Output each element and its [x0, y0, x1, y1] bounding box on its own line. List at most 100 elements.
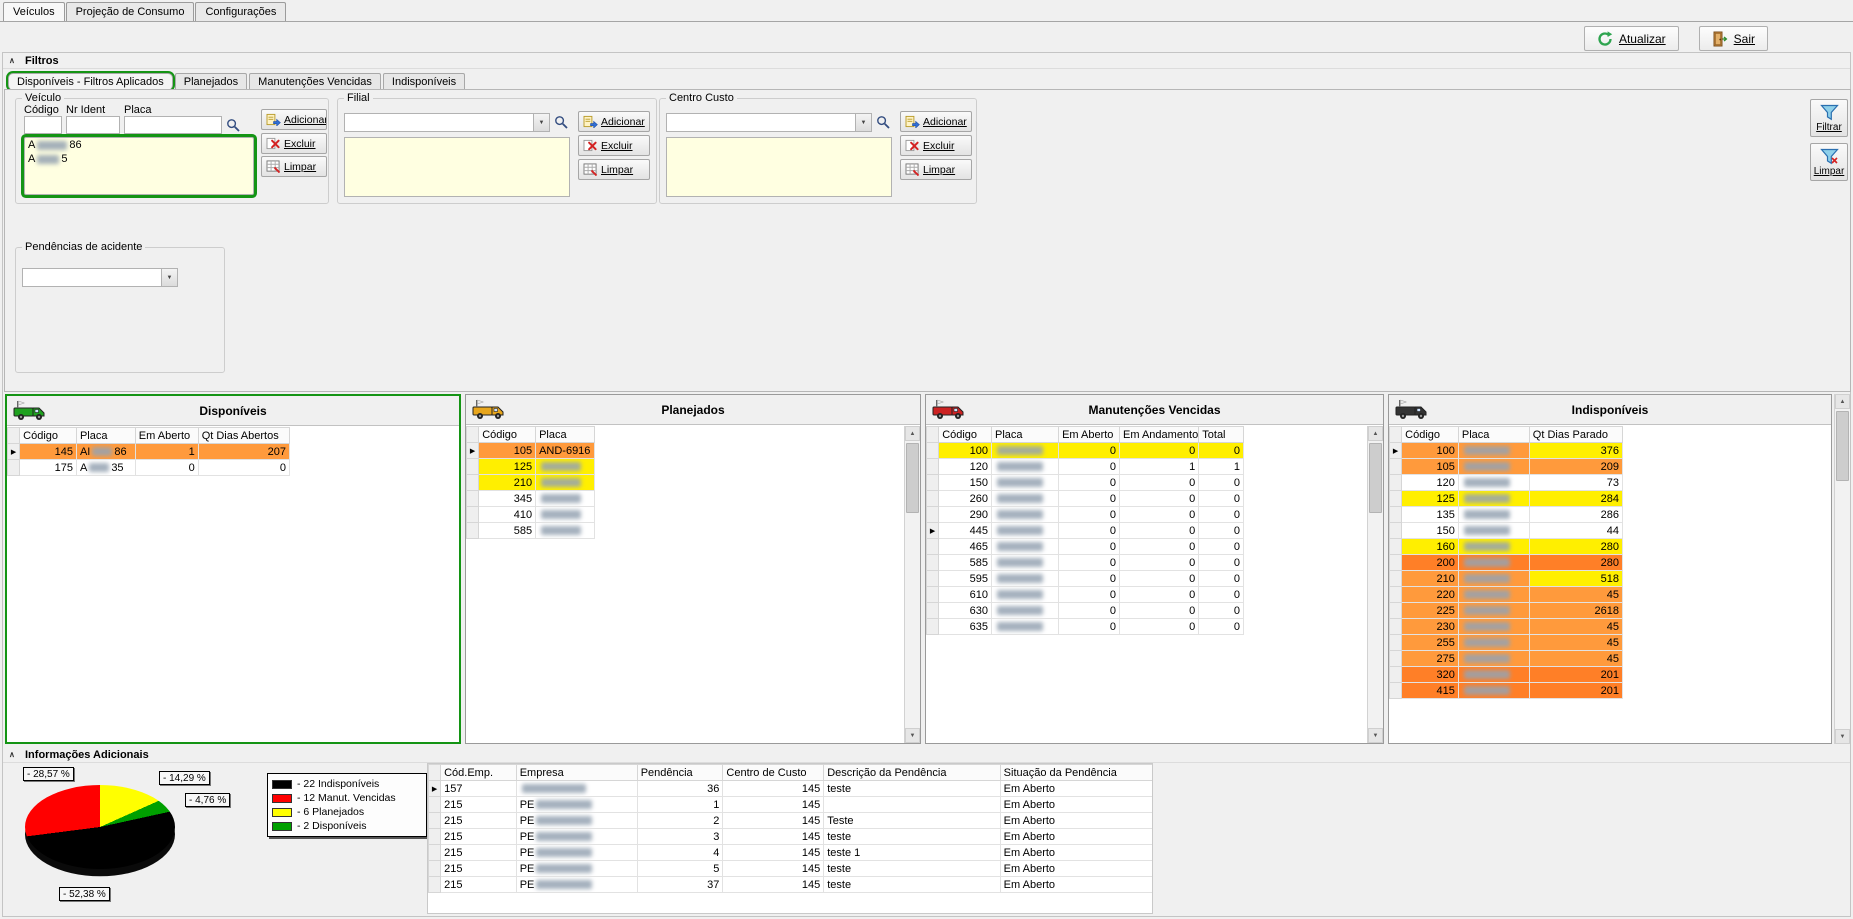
- centro-custo-adicionar-button[interactable]: Adicionar: [900, 111, 972, 132]
- vertical-scrollbar[interactable]: [1367, 426, 1383, 743]
- scroll-thumb[interactable]: [1836, 411, 1849, 481]
- manutencoes-vencidas-row[interactable]: 585 0 0 0: [926, 554, 1244, 571]
- manutencoes-vencidas-row[interactable]: 610 0 0 0: [926, 586, 1244, 603]
- indisponiveis-row[interactable]: 415 201: [1389, 682, 1624, 699]
- disponiveis-column-em-aberto[interactable]: Em Aberto: [134, 427, 199, 444]
- indisponiveis-row[interactable]: 255 45: [1389, 634, 1624, 651]
- veiculo-nr-ident-input[interactable]: [66, 116, 120, 134]
- filtros-section-header[interactable]: ∧ Filtros: [3, 53, 1850, 69]
- disponiveis-column-placa[interactable]: Placa: [75, 427, 136, 444]
- filter-tab-planejados[interactable]: Planejados: [174, 73, 248, 90]
- planejados-column-placa[interactable]: Placa: [535, 426, 595, 443]
- indisponiveis-row[interactable]: 275 45: [1389, 650, 1624, 667]
- filter-tab-manutencoes-vencidas[interactable]: Manutenções Vencidas: [249, 73, 381, 90]
- pendencias-combo[interactable]: [22, 268, 178, 287]
- manutencoes-vencidas-row[interactable]: 120 0 1 1: [926, 458, 1244, 475]
- manutencoes-vencidas-row[interactable]: 595 0 0 0: [926, 570, 1244, 587]
- indisponiveis-row[interactable]: 225 2618: [1389, 602, 1624, 619]
- indisponiveis-row[interactable]: 230 45: [1389, 618, 1624, 635]
- filial-excluir-button[interactable]: Excluir: [578, 135, 650, 156]
- dropdown-arrow-icon[interactable]: [161, 269, 177, 286]
- manutencoes-vencidas-row[interactable]: ▶ 445 0 0 0: [926, 522, 1244, 539]
- dropdown-arrow-icon[interactable]: [855, 114, 871, 131]
- planejados-row[interactable]: 345: [466, 490, 595, 507]
- pendencias-column-situacao-da-pendencia[interactable]: Situação da Pendência: [999, 764, 1152, 781]
- filial-search-icon[interactable]: [554, 115, 569, 130]
- planejados-column-codigo[interactable]: Código: [478, 426, 537, 443]
- veiculo-search-icon[interactable]: [226, 118, 241, 133]
- manutencoes-vencidas-row[interactable]: 150 0 0 0: [926, 474, 1244, 491]
- centro-custo-search-icon[interactable]: [876, 115, 891, 130]
- pendencias-column-centro-de-custo[interactable]: Centro de Custo: [722, 764, 825, 781]
- pendencias-column-descricao-da-pendencia[interactable]: Descrição da Pendência: [823, 764, 1001, 781]
- pendencias-column-pendencia[interactable]: Pendência: [636, 764, 724, 781]
- filial-adicionar-button[interactable]: Adicionar: [578, 111, 650, 132]
- pendencias-row[interactable]: 215 PE 37 145 teste Em Aberto: [428, 876, 1152, 893]
- main-tab-configuracoes[interactable]: Configurações: [195, 2, 287, 21]
- indisponiveis-row[interactable]: 125 284: [1389, 490, 1624, 507]
- scroll-down-button[interactable]: [1835, 729, 1850, 744]
- main-tab-veiculos[interactable]: Veículos: [3, 2, 65, 21]
- disponiveis-column-qt-dias-abertos[interactable]: Qt Dias Abertos: [197, 427, 291, 444]
- indisponiveis-row[interactable]: 120 73: [1389, 474, 1624, 491]
- veiculo-placa-input[interactable]: [124, 116, 222, 134]
- collapse-chevron-icon[interactable]: ∧: [9, 750, 19, 759]
- manutencoes-vencidas-column-codigo[interactable]: Código: [938, 426, 993, 443]
- indisponiveis-column-codigo[interactable]: Código: [1401, 426, 1459, 443]
- veiculo-list-item[interactable]: A5: [25, 152, 253, 166]
- pendencias-row[interactable]: ▶ 157 36 145 teste Em Aberto: [428, 780, 1152, 797]
- manutencoes-vencidas-row[interactable]: 635 0 0 0: [926, 618, 1244, 635]
- info-section-header[interactable]: ∧ Informações Adicionais: [3, 747, 1850, 763]
- disponiveis-row[interactable]: ▶ 145 AI 86 1 207: [7, 443, 291, 460]
- indisponiveis-row[interactable]: 160 280: [1389, 538, 1624, 555]
- veiculo-list-item[interactable]: A 86: [25, 138, 253, 152]
- dropdown-arrow-icon[interactable]: [533, 114, 549, 131]
- scroll-up-button[interactable]: [1835, 394, 1850, 409]
- filial-combo[interactable]: [344, 113, 550, 132]
- veiculo-codigo-input[interactable]: [24, 116, 62, 134]
- manutencoes-vencidas-row[interactable]: 465 0 0 0: [926, 538, 1244, 555]
- planejados-row[interactable]: 210: [466, 474, 595, 491]
- scroll-track[interactable]: [1368, 441, 1383, 728]
- scroll-up-button[interactable]: [1368, 426, 1383, 441]
- centro-custo-combo[interactable]: [666, 113, 872, 132]
- manutencoes-vencidas-column-placa[interactable]: Placa: [991, 426, 1060, 443]
- pendencias-column-cod-emp[interactable]: Cód.Emp.: [440, 764, 517, 781]
- disponiveis-column-codigo[interactable]: Código: [19, 427, 77, 444]
- veiculo-limpar-button[interactable]: Limpar: [261, 156, 327, 177]
- collapse-chevron-icon[interactable]: ∧: [9, 56, 19, 65]
- scroll-up-button[interactable]: [905, 426, 920, 441]
- manutencoes-vencidas-column-em-aberto[interactable]: Em Aberto: [1058, 426, 1121, 443]
- scroll-thumb[interactable]: [1369, 443, 1382, 513]
- pendencias-row[interactable]: 215 PE 4 145 teste 1 Em Aberto: [428, 844, 1152, 861]
- limpar-filtro-button[interactable]: Limpar: [1810, 143, 1848, 181]
- planejados-row[interactable]: 410: [466, 506, 595, 523]
- indisponiveis-row[interactable]: 320 201: [1389, 666, 1624, 683]
- scroll-down-button[interactable]: [1368, 728, 1383, 743]
- manutencoes-vencidas-row[interactable]: 630 0 0 0: [926, 602, 1244, 619]
- indisponiveis-row[interactable]: 220 45: [1389, 586, 1624, 603]
- sair-button[interactable]: Sair: [1698, 26, 1768, 51]
- indisponiveis-row[interactable]: 210 518: [1389, 570, 1624, 587]
- manutencoes-vencidas-column-em-andamento[interactable]: Em Andamento: [1119, 426, 1200, 443]
- scroll-track[interactable]: [905, 441, 920, 728]
- scroll-thumb[interactable]: [906, 443, 919, 513]
- indisponiveis-row[interactable]: 135 286: [1389, 506, 1624, 523]
- main-tab-projecao-de-consumo[interactable]: Projeção de Consumo: [65, 2, 195, 21]
- pendencias-row[interactable]: 215 PE 5 145 teste Em Aberto: [428, 860, 1152, 877]
- vertical-scrollbar[interactable]: [904, 426, 920, 743]
- pendencias-column-empresa[interactable]: Empresa: [515, 764, 638, 781]
- filter-tab-indisponiveis[interactable]: Indisponíveis: [382, 73, 466, 90]
- centro-custo-limpar-button[interactable]: Limpar: [900, 159, 972, 180]
- planejados-row[interactable]: 125: [466, 458, 595, 475]
- veiculo-selected-list[interactable]: A 86 A 5: [24, 137, 254, 195]
- manutencoes-vencidas-column-total[interactable]: Total: [1198, 426, 1244, 443]
- manutencoes-vencidas-row[interactable]: 260 0 0 0: [926, 490, 1244, 507]
- filter-tab-disponiveis-filtros-aplicados[interactable]: Disponíveis - Filtros Aplicados: [8, 73, 173, 90]
- centro-custo-selected-list[interactable]: [666, 137, 892, 197]
- manutencoes-vencidas-row[interactable]: 100 0 0 0: [926, 442, 1244, 459]
- filial-limpar-button[interactable]: Limpar: [578, 159, 650, 180]
- indisponiveis-row[interactable]: 150 44: [1389, 522, 1624, 539]
- indisponiveis-row[interactable]: ▶ 100 376: [1389, 442, 1624, 459]
- manutencoes-vencidas-row[interactable]: 290 0 0 0: [926, 506, 1244, 523]
